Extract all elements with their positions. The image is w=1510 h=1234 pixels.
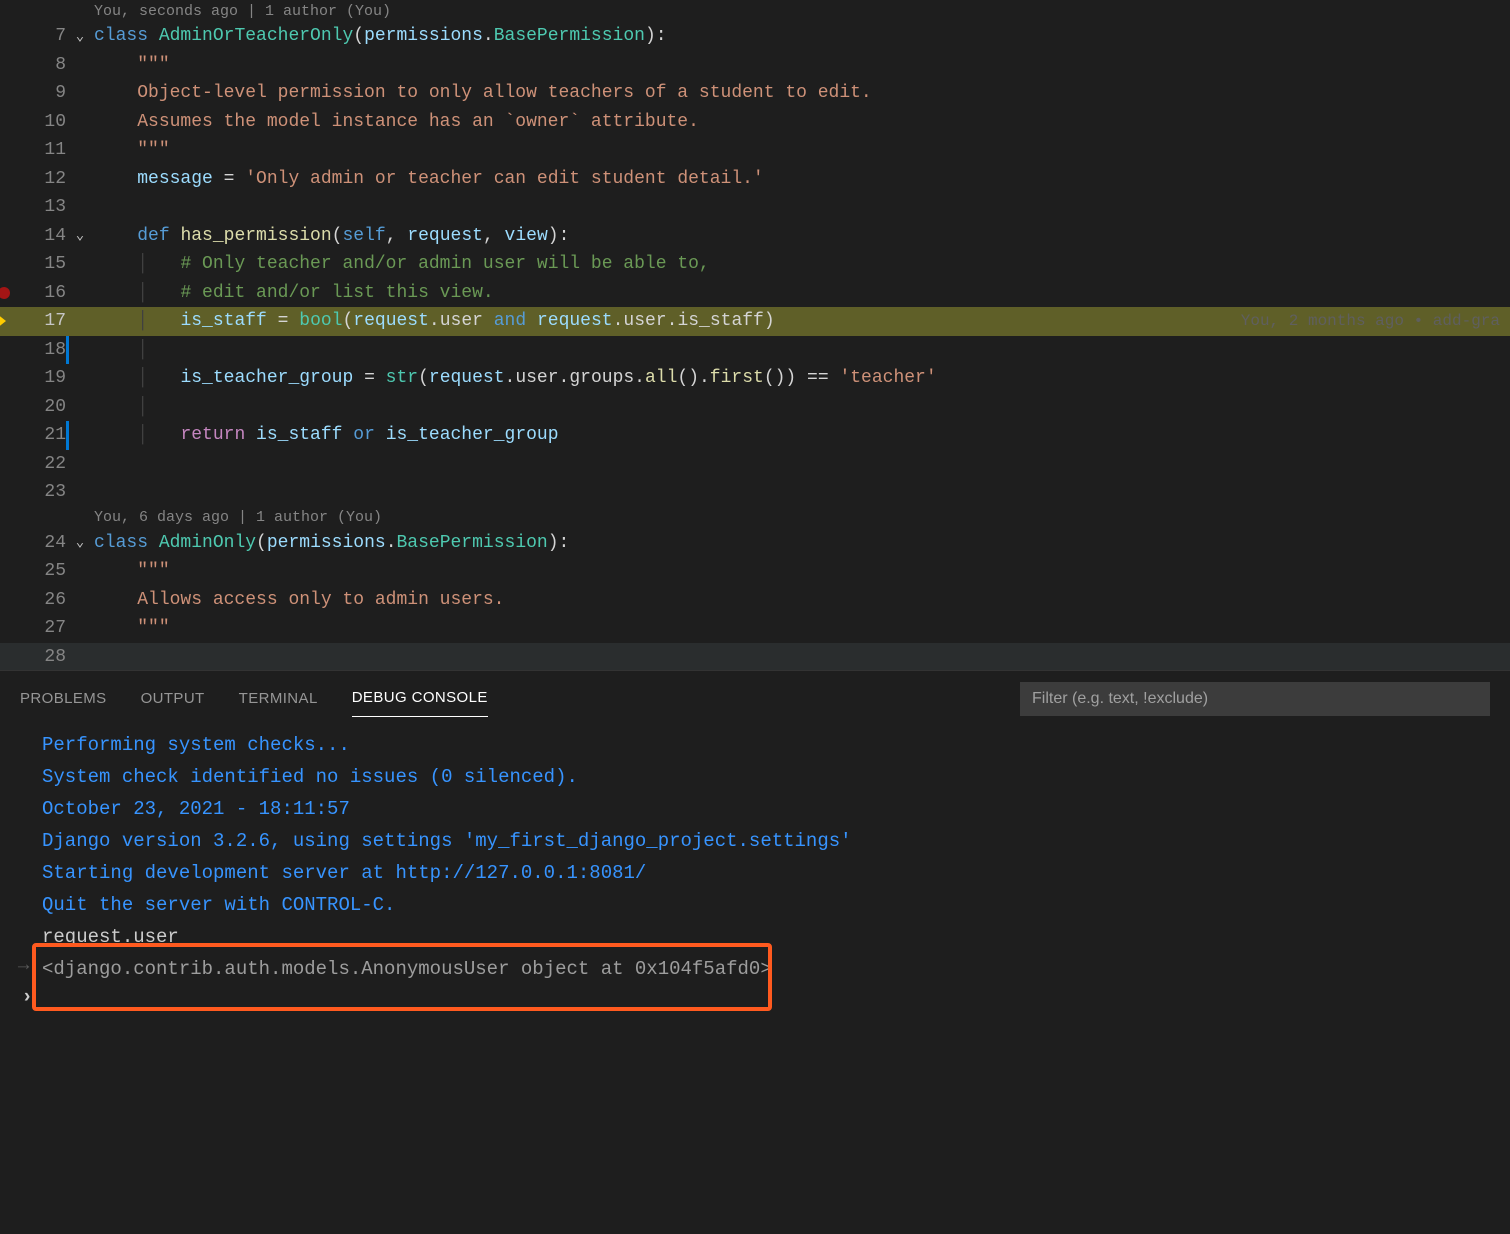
tab-terminal[interactable]: TERMINAL xyxy=(239,682,318,717)
console-line: System check identified no issues (0 sil… xyxy=(42,761,1486,793)
code-line[interactable]: 25 """ xyxy=(0,557,1510,586)
line-number: 11 xyxy=(10,140,66,160)
console-line: Quit the server with CONTROL-C. xyxy=(42,889,1486,921)
line-number: 24 xyxy=(10,533,66,553)
line-number: 22 xyxy=(10,454,66,474)
gutter-modified-icon xyxy=(66,421,69,450)
line-number: 15 xyxy=(10,254,66,274)
line-number: 16 xyxy=(10,283,66,303)
code-line[interactable]: 8 """ xyxy=(0,51,1510,80)
fold-icon[interactable]: ⌄ xyxy=(66,534,94,551)
bottom-panel: PROBLEMS OUTPUT TERMINAL DEBUG CONSOLE P… xyxy=(0,670,1510,1230)
inline-blame: You, 2 months ago • add-gra xyxy=(1241,312,1500,330)
filter-input[interactable] xyxy=(1020,682,1490,716)
code-line[interactable]: 24 ⌄ class AdminOnly(permissions.BasePer… xyxy=(0,529,1510,558)
fold-icon[interactable]: ⌄ xyxy=(66,227,94,244)
fold-icon[interactable]: ⌄ xyxy=(66,28,94,45)
code-line[interactable]: 23 xyxy=(0,478,1510,507)
code-line[interactable]: 9 Object-level permission to only allow … xyxy=(0,79,1510,108)
code-line[interactable]: 13 xyxy=(0,193,1510,222)
line-number: 12 xyxy=(10,169,66,189)
code-editor[interactable]: You, seconds ago | 1 author (You) 7 ⌄ cl… xyxy=(0,0,1510,670)
code-line[interactable]: 10 Assumes the model instance has an `ow… xyxy=(0,108,1510,137)
console-line: Performing system checks... xyxy=(42,729,1486,761)
code-line[interactable]: 19 │ is_teacher_group = str(request.user… xyxy=(0,364,1510,393)
console-line: Django version 3.2.6, using settings 'my… xyxy=(42,825,1486,857)
gutter-modified-icon xyxy=(66,336,69,365)
repl-prompt-icon: › xyxy=(24,981,30,1013)
codelens-annotation[interactable]: You, seconds ago | 1 author (You) xyxy=(0,0,1510,22)
code-line[interactable]: 27 """ xyxy=(0,614,1510,643)
breakpoint-icon[interactable] xyxy=(0,287,10,299)
line-number: 9 xyxy=(10,83,66,103)
code-line-current[interactable]: 17 │ is_staff = bool(request.user and re… xyxy=(0,307,1510,336)
line-number: 20 xyxy=(10,397,66,417)
code-line[interactable]: 20 │ xyxy=(0,393,1510,422)
tab-debug-console[interactable]: DEBUG CONSOLE xyxy=(352,681,488,717)
code-line[interactable]: 7 ⌄ class AdminOrTeacherOnly(permissions… xyxy=(0,22,1510,51)
line-number: 23 xyxy=(10,482,66,502)
tab-output[interactable]: OUTPUT xyxy=(141,682,205,717)
code-line[interactable]: 11 """ xyxy=(0,136,1510,165)
console-line: October 23, 2021 - 18:11:57 xyxy=(42,793,1486,825)
repl-input-arrow-icon: → xyxy=(14,949,33,981)
line-number: 7 xyxy=(10,26,66,46)
debug-console-output[interactable]: Performing system checks... System check… xyxy=(0,717,1510,997)
code-line[interactable]: 26 Allows access only to admin users. xyxy=(0,586,1510,615)
line-number: 10 xyxy=(10,112,66,132)
line-number: 18 xyxy=(10,340,66,360)
code-line[interactable]: 16 │ # edit and/or list this view. xyxy=(0,279,1510,308)
console-repl-input: request.user xyxy=(42,921,1486,953)
tab-problems[interactable]: PROBLEMS xyxy=(20,682,107,717)
console-repl-output: <django.contrib.auth.models.AnonymousUse… xyxy=(42,953,1486,985)
line-number: 13 xyxy=(10,197,66,217)
code-line[interactable]: 22 xyxy=(0,450,1510,479)
line-number: 27 xyxy=(10,618,66,638)
code-line[interactable]: 14 ⌄ def has_permission(self, request, v… xyxy=(0,222,1510,251)
panel-tabbar: PROBLEMS OUTPUT TERMINAL DEBUG CONSOLE xyxy=(0,671,1510,717)
code-line[interactable]: 21 │ return is_staff or is_teacher_group xyxy=(0,421,1510,450)
line-number: 26 xyxy=(10,590,66,610)
code-line[interactable]: 28 xyxy=(0,643,1510,671)
code-line[interactable]: 15 │ # Only teacher and/or admin user wi… xyxy=(0,250,1510,279)
line-number: 8 xyxy=(10,55,66,75)
line-number: 28 xyxy=(10,647,66,667)
line-number: 19 xyxy=(10,368,66,388)
line-number: 25 xyxy=(10,561,66,581)
code-line[interactable]: 18 │ xyxy=(0,336,1510,365)
line-number: 14 xyxy=(10,226,66,246)
console-line: Starting development server at http://12… xyxy=(42,857,1486,889)
codelens-annotation[interactable]: You, 6 days ago | 1 author (You) xyxy=(0,507,1510,529)
code-line[interactable]: 12 message = 'Only admin or teacher can … xyxy=(0,165,1510,194)
execution-pointer-icon xyxy=(0,313,6,329)
line-number: 21 xyxy=(10,425,66,445)
line-number: 17 xyxy=(10,311,66,331)
